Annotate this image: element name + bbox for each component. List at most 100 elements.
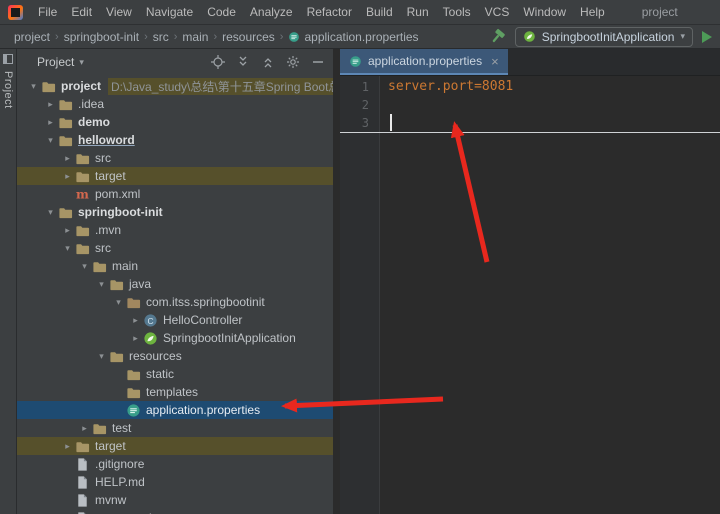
tree-item-label: .idea xyxy=(78,97,105,111)
menu-item-tools[interactable]: Tools xyxy=(436,0,478,25)
tab-application-properties[interactable]: application.properties × xyxy=(340,49,508,75)
code-line: server.port=8081 xyxy=(388,79,514,94)
close-tab-icon[interactable]: × xyxy=(491,55,499,68)
tree-item-label: .mvn xyxy=(95,223,122,237)
breadcrumb-item-springboot-init[interactable]: springboot-init xyxy=(60,30,143,44)
menu-item-run[interactable]: Run xyxy=(400,0,436,25)
chevron-collapsed-icon[interactable]: ▸ xyxy=(129,333,142,344)
tree-item-demo[interactable]: ▸ demo xyxy=(17,113,333,131)
chevron-collapsed-icon[interactable]: ▸ xyxy=(44,99,57,110)
chevron-collapsed-icon[interactable]: ▸ xyxy=(61,153,74,164)
menu-item-refactor[interactable]: Refactor xyxy=(300,0,359,25)
tree-item-templates[interactable]: templates xyxy=(17,383,333,401)
tree-item-mvnw-cmd[interactable]: mvnw.cmd xyxy=(17,509,333,514)
chevron-down-icon: ▾ xyxy=(680,31,685,41)
chevron-collapsed-icon[interactable]: ▸ xyxy=(44,117,57,128)
tree-item--idea[interactable]: ▸ .idea xyxy=(17,95,333,113)
locate-icon[interactable] xyxy=(211,55,225,69)
tree-item-target[interactable]: ▸ target xyxy=(17,167,333,185)
spring-icon xyxy=(142,330,158,346)
tree-item-label: HelloController xyxy=(163,313,243,327)
tree-item-hellocontroller[interactable]: ▸ C HelloController xyxy=(17,311,333,329)
tree-item-mvnw[interactable]: mvnw xyxy=(17,491,333,509)
file-icon xyxy=(74,510,90,514)
breadcrumb-item-main[interactable]: main xyxy=(178,30,212,44)
folder-icon xyxy=(108,276,124,292)
chevron-down-icon[interactable]: ▾ xyxy=(79,57,84,68)
tree-item-application-properties[interactable]: application.properties xyxy=(17,401,333,419)
menu-item-build[interactable]: Build xyxy=(359,0,400,25)
build-hammer-icon[interactable] xyxy=(489,28,506,45)
code-editor[interactable]: 1 2 3 server.port=8081 xyxy=(340,76,720,514)
menu-item-file[interactable]: File xyxy=(31,0,64,25)
menu-item-help[interactable]: Help xyxy=(573,0,612,25)
breadcrumb-item-project[interactable]: project xyxy=(10,30,54,44)
project-panel-title[interactable]: Project xyxy=(37,55,74,69)
project-panel-header: Project ▾ xyxy=(17,49,333,75)
project-toolwindow-icon[interactable] xyxy=(3,54,13,64)
tree-item-project[interactable]: ▾ project D:\Java_study\总结\第十五章Spring Boot… xyxy=(17,77,333,95)
chevron-expanded-icon[interactable]: ▾ xyxy=(112,297,125,308)
folder-icon xyxy=(74,168,90,184)
chevron-expanded-icon[interactable]: ▾ xyxy=(44,207,57,218)
tree-item-label: HELP.md xyxy=(95,475,145,489)
chevron-collapsed-icon[interactable]: ▸ xyxy=(129,315,142,326)
menu-item-analyze[interactable]: Analyze xyxy=(243,0,300,25)
properties-file-icon xyxy=(288,31,300,43)
chevron-expanded-icon[interactable]: ▾ xyxy=(27,81,40,92)
chevron-collapsed-icon[interactable]: ▸ xyxy=(78,423,91,434)
menu-item-window[interactable]: Window xyxy=(516,0,573,25)
tree-item-springbootinitapplication[interactable]: ▸ SpringbootInitApplication xyxy=(17,329,333,347)
tree-item-label: static xyxy=(146,367,175,381)
tree-item-static[interactable]: static xyxy=(17,365,333,383)
chevron-expanded-icon[interactable]: ▾ xyxy=(78,261,91,272)
tree-item--gitignore[interactable]: .gitignore xyxy=(17,455,333,473)
tree-item-resources[interactable]: ▾ resources xyxy=(17,347,333,365)
chevron-collapsed-icon[interactable]: ▸ xyxy=(61,225,74,236)
folder-icon xyxy=(125,384,141,400)
tool-strip-project-label[interactable]: Project xyxy=(2,71,14,109)
class-icon: C xyxy=(142,312,158,328)
editor-code[interactable]: server.port=8081 xyxy=(380,76,720,514)
tree-item-java[interactable]: ▾ java xyxy=(17,275,333,293)
tree-item-test[interactable]: ▸ test xyxy=(17,419,333,437)
collapse-all-icon[interactable] xyxy=(261,55,275,69)
tree-item-help-md[interactable]: HELP.md xyxy=(17,473,333,491)
breadcrumb-item-resources[interactable]: resources xyxy=(218,30,279,44)
tree-item-helloword[interactable]: ▾ helloword xyxy=(17,131,333,149)
settings-icon[interactable] xyxy=(286,55,300,69)
run-button[interactable] xyxy=(702,30,712,43)
tree-item-pom-xml[interactable]: m pom.xml xyxy=(17,185,333,203)
chevron-expanded-icon[interactable]: ▾ xyxy=(44,135,57,146)
hide-icon[interactable] xyxy=(311,55,325,69)
breadcrumb-item-src[interactable]: src xyxy=(149,30,173,44)
chevron-collapsed-icon[interactable]: ▸ xyxy=(61,171,74,182)
expand-all-icon[interactable] xyxy=(236,55,250,69)
menu-item-code[interactable]: Code xyxy=(200,0,243,25)
folder-icon xyxy=(57,204,73,220)
tree-item-main[interactable]: ▾ main xyxy=(17,257,333,275)
tree-item--mvn[interactable]: ▸ .mvn xyxy=(17,221,333,239)
tree-item-src[interactable]: ▸ src xyxy=(17,149,333,167)
tree-item-target[interactable]: ▸ target xyxy=(17,437,333,455)
panel-splitter[interactable] xyxy=(333,49,340,514)
chevron-collapsed-icon[interactable]: ▸ xyxy=(61,441,74,452)
run-config-selector[interactable]: SpringbootInitApplication ▾ xyxy=(514,26,693,47)
chevron-expanded-icon[interactable]: ▾ xyxy=(61,243,74,254)
intellij-logo-icon[interactable] xyxy=(8,4,23,20)
file-icon xyxy=(74,456,90,472)
menu-item-view[interactable]: View xyxy=(99,0,139,25)
chevron-expanded-icon[interactable]: ▾ xyxy=(95,351,108,362)
line-number: 3 xyxy=(361,116,369,130)
menu-item-edit[interactable]: Edit xyxy=(64,0,99,25)
tree-item-springboot-init[interactable]: ▾ springboot-init xyxy=(17,203,333,221)
breadcrumb-item-application-properties[interactable]: application.properties xyxy=(284,30,422,44)
folder-icon xyxy=(74,240,90,256)
menu-item-navigate[interactable]: Navigate xyxy=(139,0,200,25)
chevron-expanded-icon[interactable]: ▾ xyxy=(95,279,108,290)
tree-item-label: com.itss.springbootinit xyxy=(146,295,265,309)
tree-item-com-itss-springbootinit[interactable]: ▾ com.itss.springbootinit xyxy=(17,293,333,311)
folder-icon xyxy=(91,258,107,274)
menu-item-vcs[interactable]: VCS xyxy=(478,0,517,25)
tree-item-src[interactable]: ▾ src xyxy=(17,239,333,257)
